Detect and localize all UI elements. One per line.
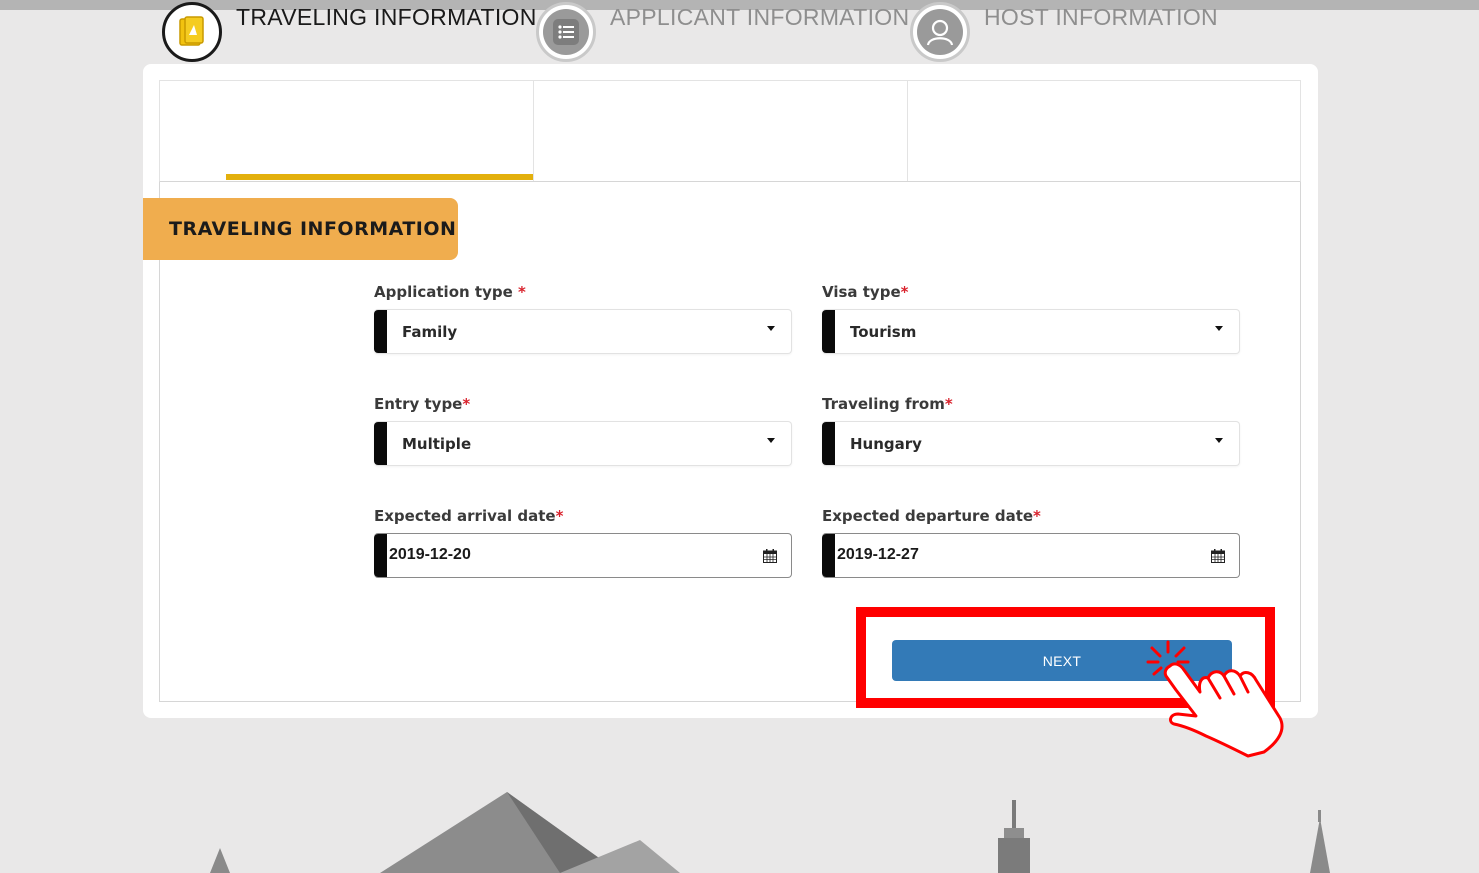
entry-type-select[interactable]: Multiple (374, 421, 792, 466)
entry-type-label: Entry type* (374, 395, 471, 413)
calendar-icon[interactable] (763, 549, 777, 563)
departure-date-input[interactable]: 2019-12-27 (822, 533, 1240, 578)
skyline-illustration (210, 792, 1330, 873)
visa-type-label: Visa type* (822, 283, 909, 301)
calendar-icon[interactable] (1211, 549, 1225, 563)
visa-type-select[interactable]: Tourism (822, 309, 1240, 354)
caret-down-icon (767, 438, 775, 443)
section-title: TRAVELING INFORMATION (143, 198, 458, 260)
departure-date-label: Expected departure date* (822, 507, 1041, 525)
application-type-label: Application type * (374, 283, 526, 301)
caret-down-icon (1215, 438, 1223, 443)
step-label: APPLICANT INFORMATION (610, 4, 910, 30)
caret-down-icon (1215, 326, 1223, 331)
list-icon (536, 2, 596, 62)
arrival-date-label: Expected arrival date* (374, 507, 564, 525)
pointing-hand-icon (1146, 640, 1284, 758)
traveling-from-label: Traveling from* (822, 395, 953, 413)
application-type-value: Family (402, 323, 458, 341)
traveling-from-value: Hungary (850, 435, 922, 453)
user-icon (910, 2, 970, 62)
departure-date-value: 2019-12-27 (837, 546, 919, 563)
entry-type-value: Multiple (402, 435, 472, 453)
tab-applicant-information[interactable]: APPLICANT INFORMATION (534, 0, 910, 100)
step-label: HOST INFORMATION (984, 4, 1218, 30)
step-label: TRAVELING INFORMATION (236, 4, 537, 30)
active-step-indicator (226, 174, 533, 180)
passport-icon (162, 2, 222, 62)
application-type-select[interactable]: Family (374, 309, 792, 354)
traveling-from-select[interactable]: Hungary (822, 421, 1240, 466)
visa-type-value: Tourism (850, 323, 917, 341)
tab-traveling-information[interactable]: TRAVELING INFORMATION (160, 0, 536, 100)
tab-host-information[interactable]: HOST INFORMATION (908, 0, 1300, 100)
caret-down-icon (767, 326, 775, 331)
arrival-date-input[interactable]: 2019-12-20 (374, 533, 792, 578)
arrival-date-value: 2019-12-20 (389, 546, 471, 563)
